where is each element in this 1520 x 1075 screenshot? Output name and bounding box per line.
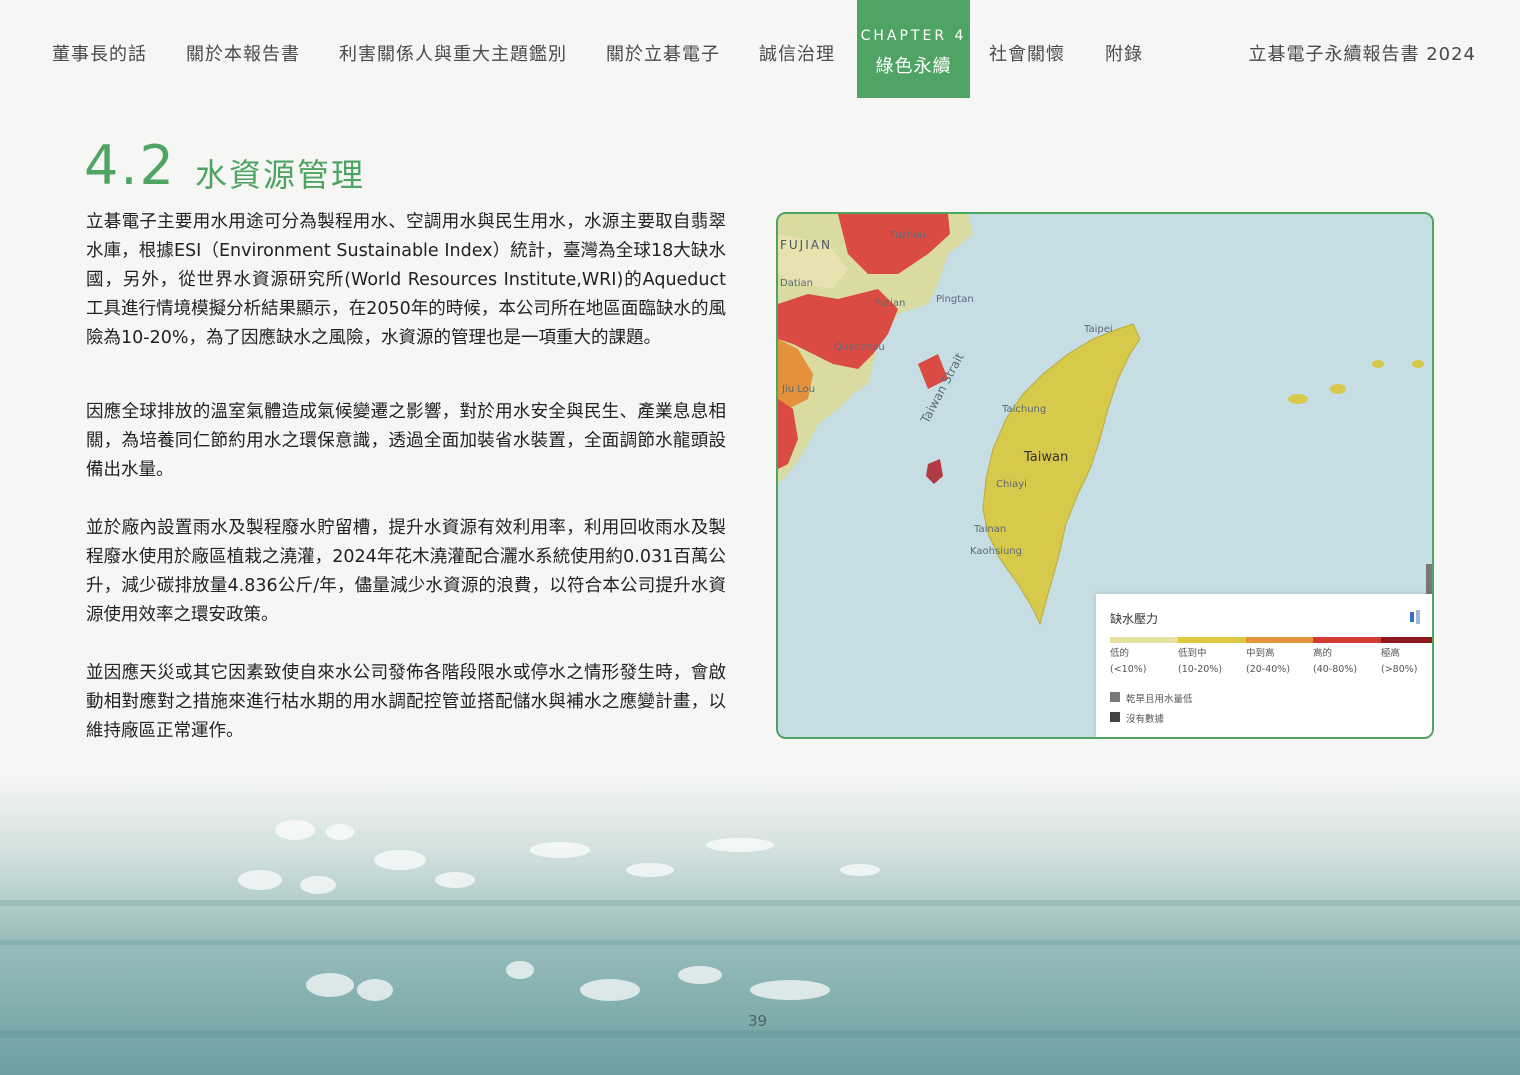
legend-color-high	[1313, 637, 1381, 643]
map-label-putian: Putian	[874, 298, 906, 309]
legend-color-medium-high	[1246, 637, 1313, 643]
section-title: 水資源管理	[195, 156, 366, 194]
chapter-title: 綠色永續	[875, 56, 952, 77]
legend-label-low-medium: 低到中 (10-20%)	[1178, 648, 1223, 675]
legend-label-medium-high: 中到高 (20-40%)	[1246, 648, 1291, 675]
report-title: 立碁電子永續報告書 2024	[1248, 44, 1476, 65]
legend-swatch-arid	[1110, 692, 1120, 702]
top-navigation: 董事長的話 關於本報告書 利害關係人與重大主題鑑別 關於立碁電子 誠信治理 CH…	[0, 0, 1520, 100]
map-label-fuzhou: Fuzhou	[890, 230, 926, 241]
nav-item-about-report[interactable]: 關於本報告書	[186, 40, 300, 66]
map-label-tainan: Tainan	[974, 524, 1007, 535]
legend-note-arid: 乾旱且用水量低	[1126, 694, 1193, 705]
paragraph-water-sources: 立碁電子主要用水用途可分為製程用水、空調用水與民生用水，水源主要取自翡翠水庫，根…	[86, 212, 726, 348]
map-label-taichung: Taichung	[1002, 404, 1047, 415]
legend-toggle-icon[interactable]	[1410, 610, 1422, 624]
legend-color-low	[1110, 637, 1178, 643]
map-label-kaohsiung: Kaohsiung	[970, 546, 1022, 557]
paragraph-water-saving: 因應全球排放的溫室氣體造成氣候變遷之影響，對於用水安全與民生、產業息息相關，為培…	[86, 402, 726, 480]
nav-item-chairman[interactable]: 董事長的話	[52, 40, 147, 66]
map-label-chiayi: Chiayi	[996, 479, 1027, 490]
legend-label-high: 高的 (40-80%)	[1313, 648, 1358, 675]
legend-swatch-no-data	[1110, 712, 1120, 722]
water-stress-map: FUJIAN Fuzhou Datian Putian Pingtan Quan…	[776, 212, 1434, 739]
nav-item-governance[interactable]: 誠信治理	[759, 40, 835, 66]
chapter-number: CHAPTER 4	[860, 28, 967, 44]
section-number: 4.2	[84, 134, 176, 197]
nav-item-social[interactable]: 社會關懷	[989, 40, 1065, 66]
paragraph-contingency: 並因應天災或其它因素致使自來水公司發佈各階段限水或停水之情形發生時，會啟動相對應…	[86, 663, 726, 741]
legend-label-low: 低的 (<10%)	[1110, 648, 1147, 675]
map-label-jiulong: Jiu Lou	[782, 384, 816, 395]
map-label-fujian: FUJIAN	[780, 238, 832, 252]
nav-item-appendix[interactable]: 附錄	[1105, 40, 1143, 66]
nav-item-chapter-4-active[interactable]: CHAPTER 4 綠色永續	[857, 0, 970, 98]
legend-note-no-data: 沒有數據	[1126, 714, 1165, 725]
map-scrollbar[interactable]	[1426, 564, 1432, 594]
map-label-quanzhou: Quanzhou	[834, 342, 885, 353]
legend-title: 缺水壓力	[1110, 612, 1159, 626]
page-number: 39	[748, 1012, 768, 1030]
map-label-datian: Datian	[780, 278, 813, 289]
map-legend: 缺水壓力 低的 (<10%) 低到中 (10-20%) 中到高 (20-40%) 高的…	[1096, 594, 1432, 737]
nav-item-about-company[interactable]: 關於立碁電子	[606, 40, 720, 66]
map-label-pingtan: Pingtan	[936, 294, 974, 305]
legend-color-extremely-high	[1381, 637, 1432, 643]
map-label-taiwan: Taiwan	[1024, 450, 1069, 465]
legend-color-low-medium	[1178, 637, 1246, 643]
paragraph-recycling: 並於廠內設置雨水及製程廢水貯留槽，提升水資源有效利用率，利用回收雨水及製程廢水使…	[86, 518, 726, 625]
map-label-taipei: Taipei	[1084, 324, 1113, 335]
nav-item-stakeholders[interactable]: 利害關係人與重大主題鑑別	[339, 40, 567, 66]
legend-label-extremely-high: 極高 (>80%)	[1381, 648, 1418, 675]
